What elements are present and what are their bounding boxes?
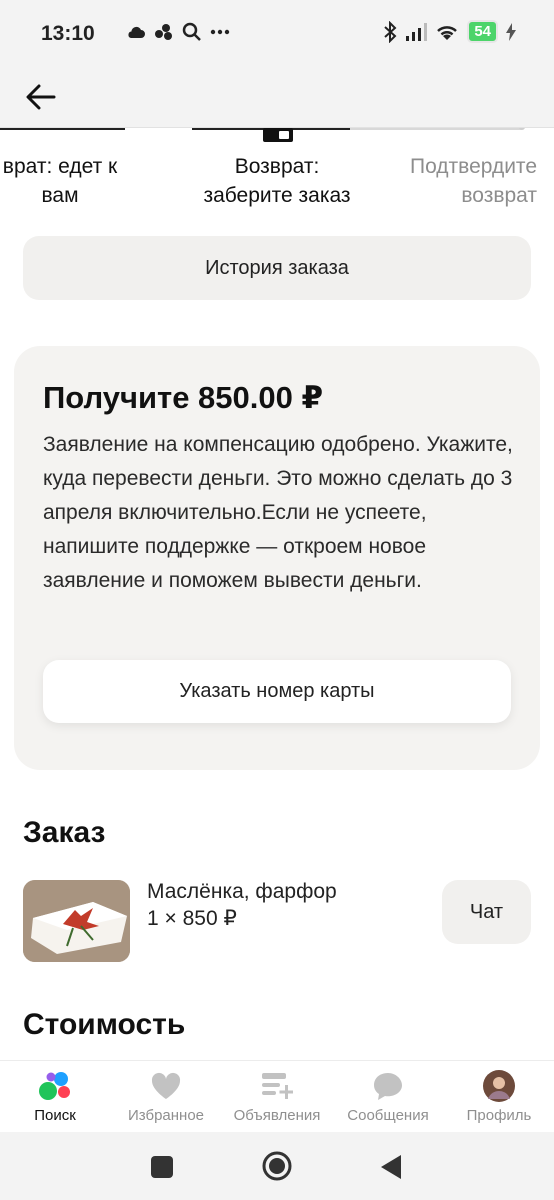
order-history-button[interactable]: История заказа [23,236,531,300]
app-bar [0,66,554,128]
search-icon [182,22,201,41]
refund-description: Заявление на компенсацию одобрено. Укажи… [43,433,513,592]
return-steps: врат: едет к вам Возврат: заберите заказ… [0,128,554,228]
ads-list-icon [262,1073,293,1099]
nav-item-profile[interactable]: Профиль [444,1069,554,1124]
nav-label: Объявления [233,1107,321,1124]
step-returning-label: врат: едет к вам [0,152,140,210]
cost-section-title: Стоимость [23,1008,186,1041]
product-quantity-price: 1 × 850 ₽ [147,907,237,930]
bluetooth-icon [384,20,397,43]
nav-item-search[interactable]: Поиск [0,1069,110,1124]
step-label-line: вам [41,184,79,207]
bottom-navigation: Поиск Избранное Объявления Сообщения Про… [0,1060,554,1132]
step-progress-line-pending [350,128,522,130]
status-time: 13:10 [41,22,95,45]
system-navigation-bar [0,1132,554,1200]
nav-label: Избранное [127,1107,205,1124]
nav-icon-wrap [222,1069,332,1103]
order-details-content[interactable]: врат: едет к вам Возврат: заберите заказ… [0,128,554,1060]
more-icon [210,29,230,35]
wifi-icon [437,25,458,40]
cloud-icon [128,26,145,38]
step-label-line: заберите заказ [203,184,351,207]
step-label-line: Возврат: [234,155,320,178]
nav-label: Сообщения [347,1107,429,1124]
back-button[interactable] [22,78,60,116]
status-bar: 13:10 54 [0,0,554,66]
butter-dish-image [23,880,130,962]
battery-icon: 54 [467,20,498,43]
step-label-line: возврат [461,184,537,207]
step-pickup-label: Возврат: заберите заказ [187,152,367,210]
order-item[interactable]: Маслёнка, фарфор 1 × 850 ₽ Чат [23,880,531,962]
dots-icon [155,24,172,40]
nav-item-messages[interactable]: Сообщения [333,1069,443,1124]
step-progress-line [0,128,125,130]
nav-icon-wrap [111,1069,221,1103]
step-label-line: Подтвердите [409,155,537,178]
arrow-left-icon [26,84,56,110]
heart-icon [151,1072,181,1099]
status-left-icons [126,22,230,42]
home-button[interactable] [261,1150,293,1182]
box-step-icon [263,128,293,142]
order-section-title: Заказ [23,816,106,849]
product-title[interactable]: Маслёнка, фарфор [147,880,337,904]
nav-icon-wrap [333,1069,443,1103]
chat-bubble-icon [374,1073,402,1100]
signal-icon [406,22,428,41]
step-dot-pending [519,128,525,130]
charging-icon [506,22,516,41]
nav-icon-wrap [0,1069,110,1103]
nav-item-ads[interactable]: Объявления [222,1069,332,1124]
product-thumbnail[interactable] [23,880,130,962]
refund-title: Получите 850.00 ₽ [43,380,324,415]
nav-label: Поиск [34,1107,76,1124]
enter-card-number-button[interactable]: Указать номер карты [43,660,511,723]
nav-icon-wrap [444,1069,554,1103]
nav-label: Профиль [466,1107,532,1124]
step-confirm-label: Подтвердите возврат [385,152,537,210]
nav-item-favorites[interactable]: Избранное [111,1069,221,1124]
recent-apps-button[interactable] [151,1156,173,1178]
step-label-line: врат: едет к [2,155,118,178]
status-right-icons: 54 [383,20,516,43]
avatar-icon [483,1070,515,1102]
search-dots-icon [39,1072,70,1100]
back-nav-button[interactable] [380,1154,402,1180]
refund-card: Получите 850.00 ₽ Заявление на компенсац… [14,346,540,770]
chat-button[interactable]: Чат [442,880,531,944]
